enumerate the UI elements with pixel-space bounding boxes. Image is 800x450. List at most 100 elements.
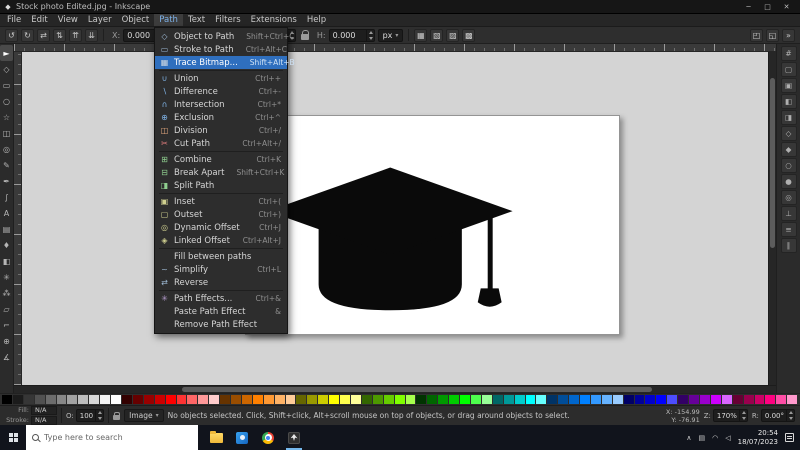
palette-swatch[interactable] — [482, 395, 492, 404]
menu-help[interactable]: Help — [302, 14, 331, 26]
lower-to-bottom-button[interactable]: ⇊ — [85, 29, 98, 42]
menu-layer[interactable]: Layer — [83, 14, 117, 26]
palette-swatch[interactable] — [449, 395, 459, 404]
taskbar-app-pinned-app[interactable] — [229, 425, 255, 450]
snap-smooth-nodes[interactable]: ◎ — [781, 190, 797, 205]
palette-swatch[interactable] — [362, 395, 372, 404]
menu-item-division[interactable]: ◫DivisionCtrl+/ — [155, 124, 287, 137]
spinner-icon[interactable] — [739, 410, 747, 421]
palette-swatch[interactable] — [438, 395, 448, 404]
measure-tool[interactable]: ∡ — [0, 349, 13, 365]
menu-item-intersection[interactable]: ∩IntersectionCtrl+* — [155, 98, 287, 111]
menu-item-remove-path-effect[interactable]: Remove Path Effect — [155, 318, 287, 331]
palette-swatch[interactable] — [689, 395, 699, 404]
palette-swatch[interactable] — [89, 395, 99, 404]
menu-item-reverse[interactable]: ⇄Reverse — [155, 276, 287, 289]
scale-corners-toggle[interactable]: ▧ — [430, 29, 443, 42]
palette-swatch[interactable] — [624, 395, 634, 404]
palette-swatch[interactable] — [471, 395, 481, 404]
palette-swatch[interactable] — [733, 395, 743, 404]
palette-swatch[interactable] — [2, 395, 12, 404]
palette-swatch[interactable] — [536, 395, 546, 404]
minimize-button[interactable]: ─ — [739, 0, 758, 14]
zoom-tool[interactable]: ⊕ — [0, 333, 13, 349]
menu-edit[interactable]: Edit — [26, 14, 52, 26]
palette-swatch[interactable] — [591, 395, 601, 404]
menu-file[interactable]: File — [2, 14, 26, 26]
layer-lock-icon[interactable] — [113, 415, 120, 420]
palette-swatch[interactable] — [253, 395, 263, 404]
flip-vertical-button[interactable]: ⇅ — [53, 29, 66, 42]
ellipse-tool[interactable]: ○ — [0, 93, 13, 109]
palette-swatch[interactable] — [722, 395, 732, 404]
scale-stroke-toggle[interactable]: ▦ — [414, 29, 427, 42]
menu-view[interactable]: View — [53, 14, 83, 26]
horizontal-scrollbar[interactable] — [14, 385, 776, 393]
opacity-input[interactable]: 100 — [76, 409, 104, 422]
palette-swatch[interactable] — [547, 395, 557, 404]
spinner-icon[interactable] — [786, 410, 794, 421]
palette-swatch[interactable] — [427, 395, 437, 404]
palette-swatch[interactable] — [155, 395, 165, 404]
menu-item-dynamic-offset[interactable]: ◎Dynamic OffsetCtrl+J — [155, 221, 287, 234]
rectangle-tool[interactable]: ▭ — [0, 77, 13, 93]
snap-paths[interactable]: ◆ — [781, 142, 797, 157]
box-3d-tool[interactable]: ◫ — [0, 125, 13, 141]
tray-chevron-icon[interactable]: ∧ — [686, 434, 691, 442]
palette-swatch[interactable] — [67, 395, 77, 404]
canvas-viewport[interactable] — [22, 52, 768, 385]
snap-cusp-nodes[interactable]: ● — [781, 174, 797, 189]
menu-item-cut-path[interactable]: ✂Cut PathCtrl+Alt+/ — [155, 137, 287, 150]
palette-swatch[interactable] — [406, 395, 416, 404]
fill-stroke-indicator[interactable]: Fill: N/A Stroke: N/A — [5, 406, 57, 425]
spinner-icon[interactable] — [95, 410, 103, 421]
dropper-tool[interactable]: ♦ — [0, 237, 13, 253]
palette-swatch[interactable] — [187, 395, 197, 404]
menu-item-linked-offset[interactable]: ◈Linked OffsetCtrl+Alt+J — [155, 234, 287, 247]
menu-item-object-to-path[interactable]: ◇Object to PathShift+Ctrl+C — [155, 30, 287, 43]
palette-swatch[interactable] — [515, 395, 525, 404]
palette-swatch[interactable] — [242, 395, 252, 404]
palette-swatch[interactable] — [318, 395, 328, 404]
spray-tool[interactable]: ⁂ — [0, 285, 13, 301]
move-patterns-toggle[interactable]: ▩ — [462, 29, 475, 42]
tray-network-icon[interactable]: ◠ — [712, 434, 718, 442]
vertical-scrollbar-thumb[interactable] — [770, 78, 775, 248]
taskbar-app-file-explorer[interactable] — [203, 425, 229, 450]
menu-item-paste-path-effect[interactable]: Paste Path Effect& — [155, 305, 287, 318]
palette-swatch[interactable] — [373, 395, 383, 404]
palette-swatch[interactable] — [493, 395, 503, 404]
palette-swatch[interactable] — [460, 395, 470, 404]
taskbar-app-chrome[interactable] — [255, 425, 281, 450]
spinner-icon[interactable] — [366, 30, 374, 41]
palette-swatch[interactable] — [166, 395, 176, 404]
snap-grid[interactable]: ≡ — [781, 222, 797, 237]
move-gradients-toggle[interactable]: ▨ — [446, 29, 459, 42]
palette-swatch[interactable] — [329, 395, 339, 404]
lock-ratio-icon[interactable] — [301, 34, 309, 40]
palette-swatch[interactable] — [144, 395, 154, 404]
menu-item-difference[interactable]: ∖DifferenceCtrl+- — [155, 85, 287, 98]
close-button[interactable]: ✕ — [777, 0, 796, 14]
snap-toggle[interactable]: # — [781, 46, 797, 61]
palette-swatch[interactable] — [340, 395, 350, 404]
palette-swatch[interactable] — [307, 395, 317, 404]
h-input[interactable]: 0.000 — [329, 29, 375, 42]
palette-swatch[interactable] — [569, 395, 579, 404]
menu-item-union[interactable]: ∪UnionCtrl++ — [155, 72, 287, 85]
connector-tool[interactable]: ⌐ — [0, 317, 13, 333]
unit-dropdown[interactable]: px ▾ — [378, 29, 404, 42]
palette-swatch[interactable] — [275, 395, 285, 404]
palette-swatch[interactable] — [133, 395, 143, 404]
palette-swatch[interactable] — [111, 395, 121, 404]
menu-item-combine[interactable]: ⊞CombineCtrl+K — [155, 153, 287, 166]
palette-swatch[interactable] — [209, 395, 219, 404]
palette-swatch[interactable] — [613, 395, 623, 404]
eraser-tool[interactable]: ▱ — [0, 301, 13, 317]
palette-swatch[interactable] — [645, 395, 655, 404]
palette-swatch[interactable] — [296, 395, 306, 404]
palette-swatch[interactable] — [13, 395, 23, 404]
palette-swatch[interactable] — [231, 395, 241, 404]
toolbar-option-1[interactable]: ◰ — [750, 29, 763, 42]
graduation-cap-image[interactable] — [246, 116, 619, 334]
